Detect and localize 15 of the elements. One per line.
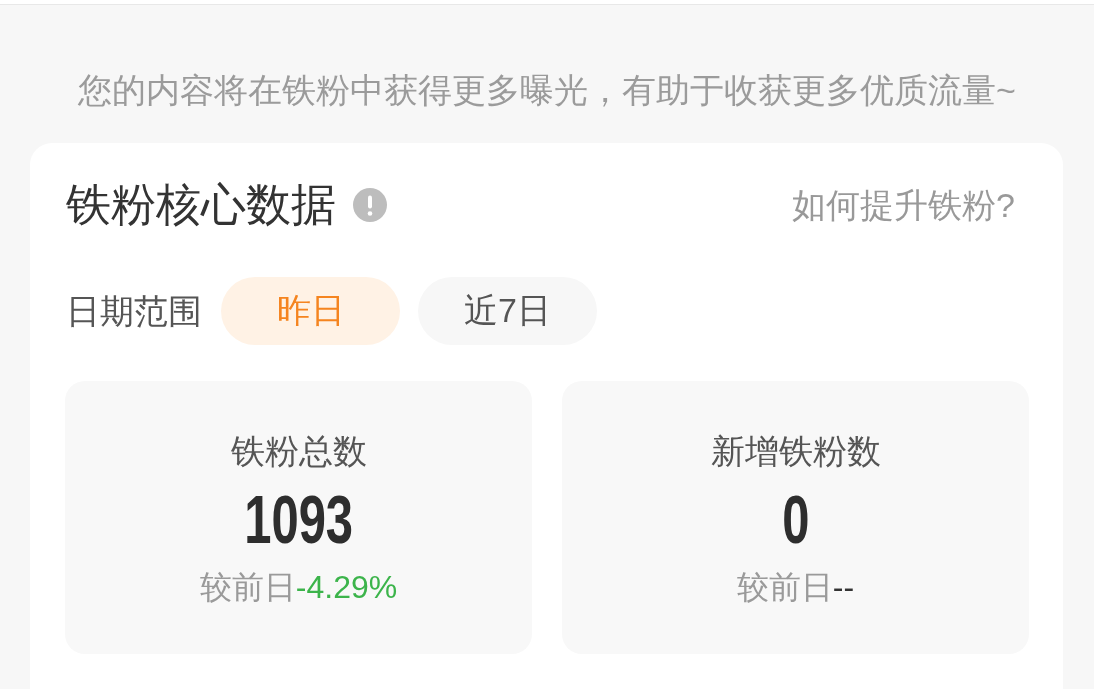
stat-label: 铁粉总数	[230, 431, 367, 471]
date-range-tab[interactable]: 近7日	[418, 277, 597, 345]
change-value: --	[832, 568, 855, 607]
compare-label: 较前日	[199, 568, 296, 607]
stat-label: 新增铁粉数	[710, 431, 881, 471]
compare-label: 较前日	[736, 568, 833, 607]
help-link[interactable]: 如何提升铁粉?	[792, 183, 1015, 227]
date-range-tab[interactable]: 昨日	[221, 277, 400, 345]
banner-text: 您的内容将在铁粉中获得更多曝光，有助于收获更多优质流量~	[78, 70, 1016, 111]
info-icon[interactable]	[353, 188, 387, 222]
change-value: -4.29%	[295, 568, 398, 607]
date-range-label: 日期范围	[66, 291, 202, 332]
stat-value: 1093	[244, 484, 353, 554]
stat-value: 0	[781, 484, 810, 554]
card-title: 铁粉核心数据	[66, 178, 336, 232]
